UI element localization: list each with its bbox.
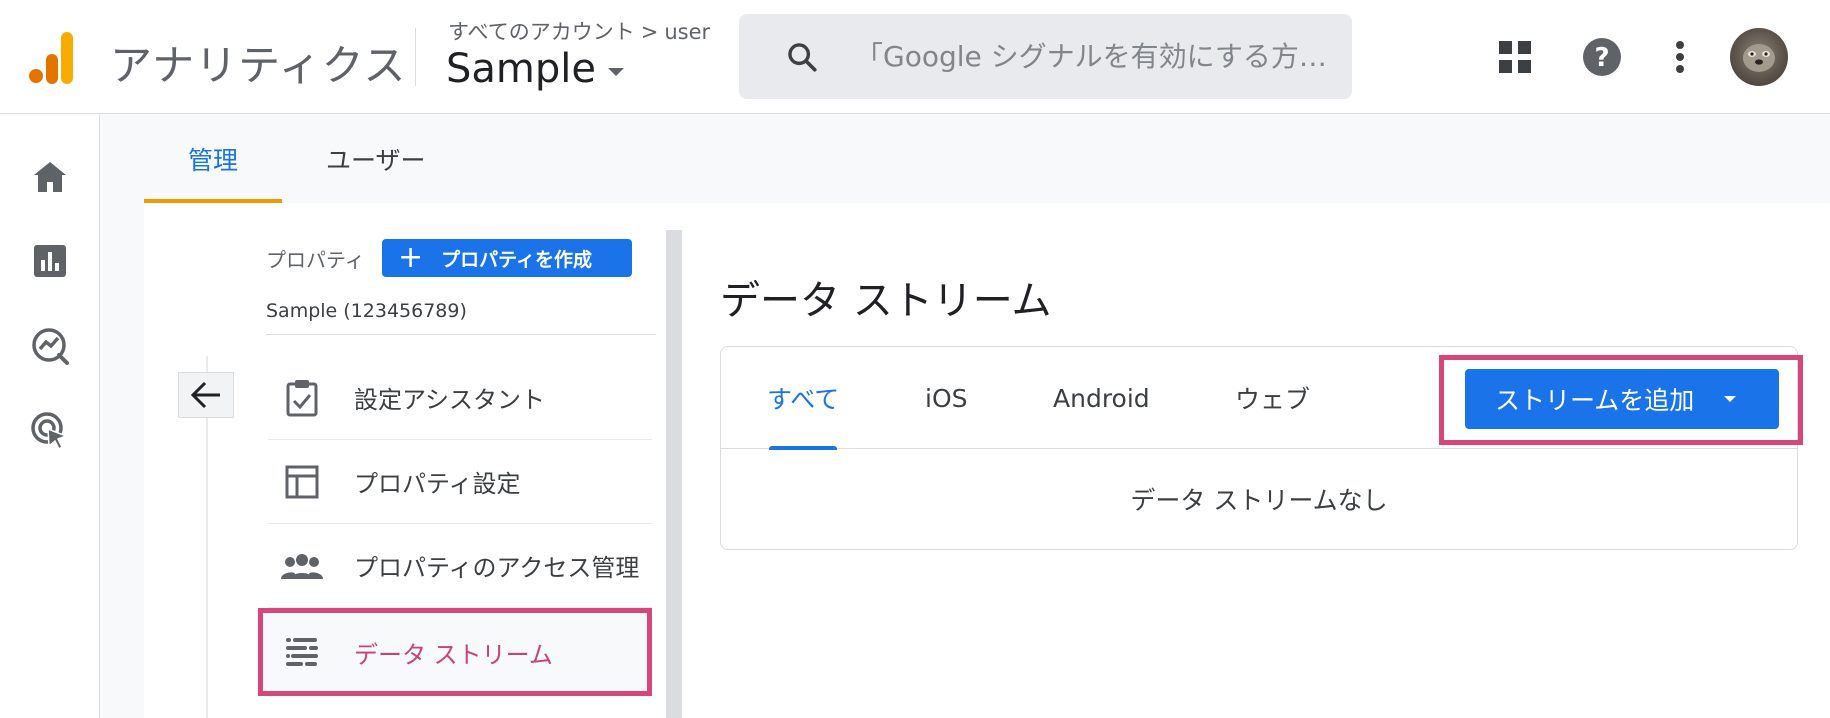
bar-chart-icon[interactable] <box>26 237 74 285</box>
plus-icon: + <box>398 240 424 275</box>
tab-users[interactable]: ユーザー <box>282 115 470 203</box>
create-property-label: プロパティを作成 <box>441 248 593 271</box>
back-button[interactable] <box>178 372 234 418</box>
nav-item-property-settings[interactable]: プロパティ設定 <box>268 440 652 524</box>
breadcrumb-account[interactable]: user <box>664 20 710 44</box>
data-streams-card: すべて iOS Android ウェブ ストリームを追加 データ ストリームなし <box>720 346 1803 550</box>
arrow-back-icon <box>190 381 220 409</box>
search-input[interactable] <box>855 40 1325 73</box>
nav-item-data-streams[interactable]: データ ストリーム <box>258 608 652 696</box>
property-selector-label: Sample <box>446 46 596 92</box>
tab-ios[interactable]: iOS <box>925 347 968 449</box>
more-vert-icon[interactable] <box>1655 32 1705 82</box>
breadcrumb-root[interactable]: すべてのアカウント <box>448 20 635 44</box>
avatar-image <box>1743 44 1775 72</box>
people-icon <box>280 544 324 588</box>
help-icon[interactable]: ? <box>1577 32 1627 82</box>
home-icon[interactable] <box>26 153 74 201</box>
apps-grid-icon[interactable] <box>1490 32 1540 82</box>
panel-scrollbar[interactable] <box>666 230 682 718</box>
nav-item-property-access[interactable]: プロパティのアクセス管理 <box>268 524 652 608</box>
property-display-name[interactable]: Sample (123456789) <box>266 300 467 322</box>
tab-admin[interactable]: 管理 <box>144 115 283 203</box>
add-stream-label: ストリームを追加 <box>1495 386 1695 415</box>
search-box[interactable] <box>739 14 1352 99</box>
empty-state-message: データ ストリームなし <box>1130 486 1388 515</box>
create-property-button[interactable]: + プロパティを作成 <box>382 239 632 277</box>
property-column-label: プロパティ <box>266 248 365 272</box>
nav-item-label: プロパティのアクセス管理 <box>354 554 640 582</box>
dropdown-arrow-icon <box>1724 396 1737 402</box>
avatar[interactable] <box>1730 28 1788 86</box>
app-title: アナリティクス <box>110 41 407 90</box>
breadcrumb[interactable]: すべてのアカウント > user <box>448 16 710 46</box>
nav-item-label: データ ストリーム <box>354 640 553 669</box>
stream-tabs: すべて iOS Android ウェブ ストリームを追加 <box>721 347 1803 450</box>
breadcrumb-separator: > <box>640 20 659 44</box>
explore-icon[interactable] <box>26 322 74 370</box>
add-stream-button[interactable]: ストリームを追加 <box>1465 369 1779 429</box>
nav-item-setup-assistant[interactable]: 設定アシスタント <box>268 356 652 440</box>
left-nav-rail <box>0 115 100 718</box>
admin-tabs: 管理 ユーザー <box>144 115 470 203</box>
layout-icon <box>280 460 324 504</box>
header-divider <box>415 28 416 86</box>
property-selector[interactable]: Sample <box>446 46 624 92</box>
tab-android[interactable]: Android <box>1053 347 1150 449</box>
clipboard-check-icon <box>280 376 324 420</box>
data-stream-icon <box>280 630 324 674</box>
property-divider <box>266 334 656 335</box>
top-app-bar: アナリティクス すべてのアカウント>user Sample ? <box>0 0 1830 114</box>
tab-web[interactable]: ウェブ <box>1235 347 1310 449</box>
cursor-target-icon[interactable] <box>26 407 74 455</box>
nav-item-label: 設定アシスタント <box>354 386 546 414</box>
page-title: データ ストリーム <box>720 278 1052 324</box>
search-icon <box>788 42 817 72</box>
caret-down-icon <box>607 68 624 76</box>
nav-item-label: プロパティ設定 <box>354 470 521 498</box>
analytics-logo-icon[interactable] <box>28 30 74 84</box>
tab-all[interactable]: すべて <box>767 347 839 450</box>
svg-text:?: ? <box>1594 43 1609 73</box>
